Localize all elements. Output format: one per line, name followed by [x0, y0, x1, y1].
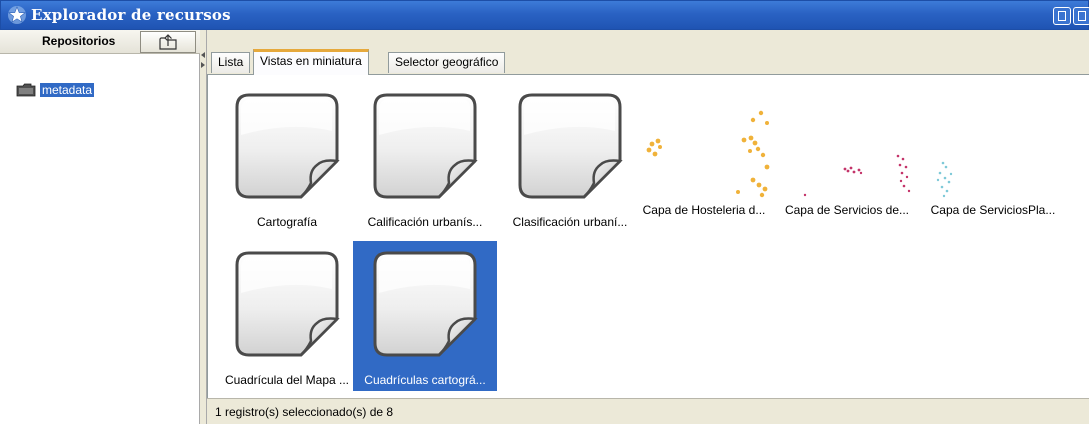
thumbnail-caption: Capa de ServiciosPla... — [930, 203, 1056, 217]
document-icon — [518, 93, 622, 199]
thumbnail-caption: Cartografía — [256, 215, 318, 229]
thumbnail-caption: Cuadrícula del Mapa ... — [224, 373, 350, 387]
document-icon — [373, 251, 477, 357]
star-icon — [8, 6, 26, 24]
document-icon — [235, 251, 339, 357]
document-icon — [373, 93, 477, 199]
thumbnail-item[interactable]: Capa de Servicios de... — [775, 83, 919, 233]
thumbnail-caption: Capa de Hosteleria d... — [642, 203, 766, 217]
map-preview-icon — [646, 110, 770, 198]
thumbnail-caption: Clasificación urbaní... — [512, 215, 628, 229]
map-preview-icon — [936, 161, 953, 198]
window-title: Explorador de recursos — [31, 6, 231, 24]
repositories-label: Repositorios — [42, 34, 116, 48]
status-bar: 1 registro(s) seleccionado(s) de 8 — [207, 398, 1089, 424]
tab-thumbnails[interactable]: Vistas en miniatura — [253, 49, 369, 75]
expand-right-icon — [201, 62, 205, 68]
thumbnail-item[interactable]: Capa de Hosteleria d... — [632, 83, 776, 233]
thumbnail-item[interactable]: Cuadrícula del Mapa ... — [215, 241, 359, 391]
thumbnail-grid: Cartografía Calificación urbanís... Clas… — [207, 74, 1089, 398]
thumbnail-item[interactable]: Clasificación urbaní... — [498, 83, 642, 233]
folder-up-icon — [159, 34, 177, 50]
thumbnail-item[interactable]: Calificación urbanís... — [353, 83, 497, 233]
thumbnail-caption: Calificación urbanís... — [367, 215, 483, 229]
tab-strip: Lista Vistas en miniatura Selector geogr… — [207, 30, 1089, 75]
repository-header: Repositorios — [0, 30, 200, 54]
thumbnail-caption: Capa de Servicios de... — [784, 203, 910, 217]
repository-panel: Repositorios metadata — [0, 30, 200, 424]
resource-view: Lista Vistas en miniatura Selector geogr… — [207, 30, 1089, 424]
thumbnail-item[interactable]: Capa de ServiciosPla... — [921, 83, 1065, 233]
thumbnail-caption: Cuadrículas cartográ... — [364, 373, 486, 387]
document-icon — [235, 93, 339, 199]
thumbnail-item[interactable]: Cartografía — [215, 83, 359, 233]
folder-up-button[interactable] — [140, 31, 196, 53]
thumbnail-item-selected[interactable]: Cuadrículas cartográ... — [353, 241, 497, 391]
minimize-button[interactable] — [1053, 7, 1071, 25]
map-preview-icon — [803, 154, 911, 197]
title-bar: Explorador de recursos — [0, 0, 1089, 30]
minimize-icon — [1058, 11, 1066, 21]
restore-button[interactable] — [1073, 7, 1089, 25]
panel-splitter[interactable] — [200, 30, 207, 424]
restore-icon — [1078, 11, 1086, 21]
collapse-left-icon — [201, 52, 205, 58]
folder-icon — [16, 83, 36, 97]
tab-list[interactable]: Lista — [211, 52, 251, 73]
tab-geo-selector[interactable]: Selector geográfico — [388, 52, 506, 73]
tree-item-metadata[interactable]: metadata — [16, 82, 95, 98]
status-text: 1 registro(s) seleccionado(s) de 8 — [215, 405, 394, 419]
tree-item-label: metadata — [40, 83, 95, 97]
